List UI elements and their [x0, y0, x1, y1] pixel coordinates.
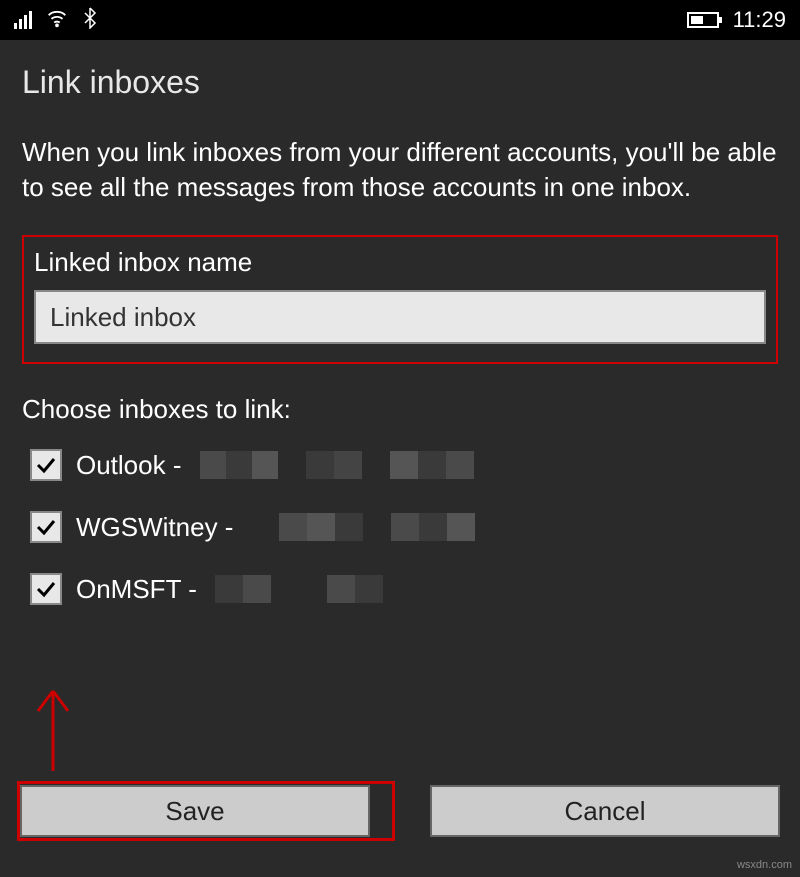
- annotation-arrow-icon: [28, 686, 78, 781]
- choose-inboxes-label: Choose inboxes to link:: [22, 394, 778, 425]
- status-left: [14, 7, 98, 34]
- redacted-email-icon: [251, 513, 475, 541]
- battery-icon: [687, 12, 719, 28]
- bluetooth-icon: [82, 7, 98, 34]
- content-area: Link inboxes When you link inboxes from …: [0, 40, 800, 659]
- clock: 11:29: [733, 7, 786, 33]
- cancel-button[interactable]: Cancel: [430, 785, 780, 837]
- cellular-signal-icon: [14, 11, 32, 29]
- wifi-icon: [46, 7, 68, 34]
- redacted-email-icon: [215, 575, 411, 603]
- inbox-label-outlook: Outlook -: [76, 450, 182, 481]
- button-row: Save Cancel: [20, 785, 780, 837]
- watermark: wsxdn.com: [737, 859, 792, 871]
- save-button[interactable]: Save: [20, 785, 370, 837]
- checkbox-outlook[interactable]: [30, 449, 62, 481]
- redacted-email-icon: [200, 451, 474, 479]
- checkbox-wgswitney[interactable]: [30, 511, 62, 543]
- inbox-row-outlook[interactable]: Outlook -: [30, 449, 778, 481]
- linked-inbox-name-section: Linked inbox name: [22, 235, 778, 364]
- inbox-row-onmsft[interactable]: OnMSFT -: [30, 573, 778, 605]
- linked-inbox-name-input[interactable]: [34, 290, 766, 344]
- inbox-label-wgswitney: WGSWitney -: [76, 512, 233, 543]
- inbox-row-wgswitney[interactable]: WGSWitney -: [30, 511, 778, 543]
- page-description: When you link inboxes from your differen…: [22, 135, 778, 205]
- page-title: Link inboxes: [22, 64, 778, 101]
- inbox-checkbox-list: Outlook - WGSWitney -: [22, 449, 778, 605]
- status-bar: 11:29: [0, 0, 800, 40]
- status-right: 11:29: [687, 7, 786, 33]
- inbox-label-onmsft: OnMSFT -: [76, 574, 197, 605]
- linked-inbox-name-label: Linked inbox name: [34, 247, 766, 278]
- checkbox-onmsft[interactable]: [30, 573, 62, 605]
